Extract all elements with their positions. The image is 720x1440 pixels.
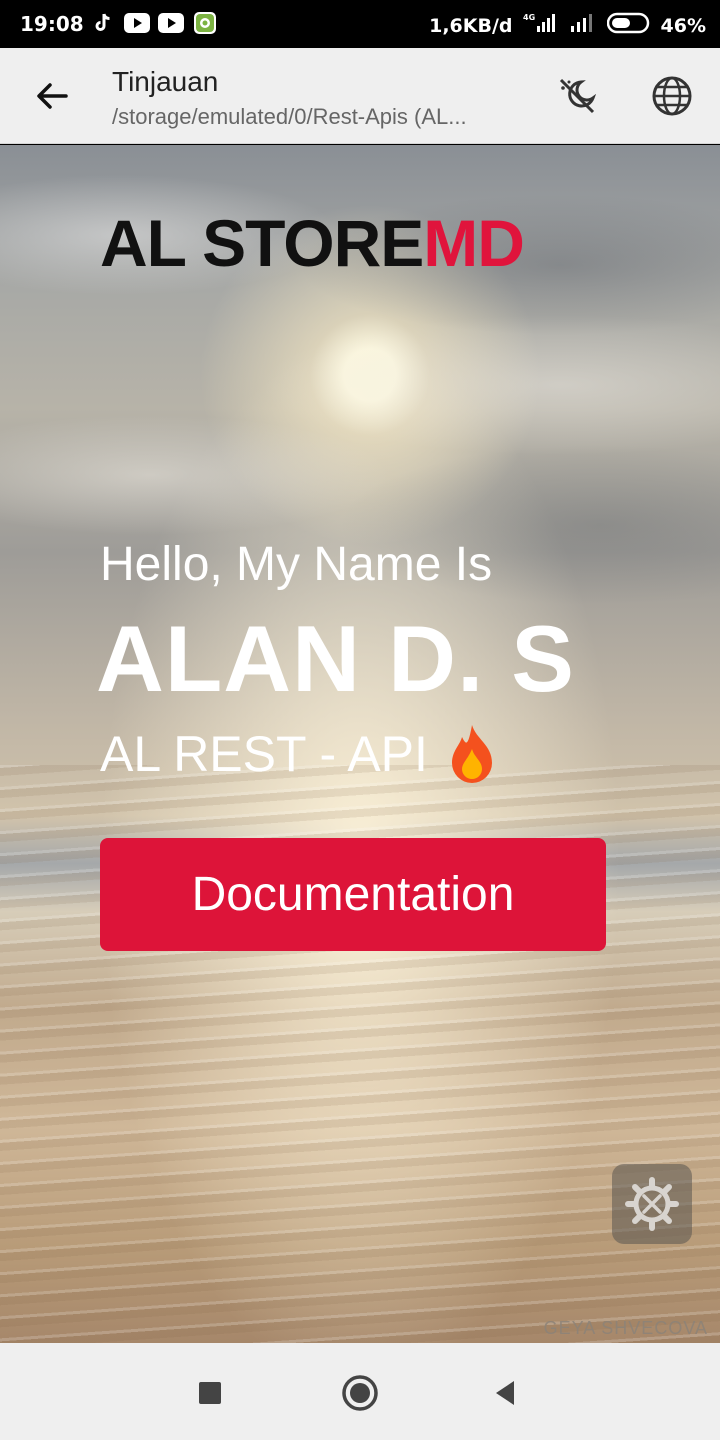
status-app-icons [90,12,218,34]
back-triangle-icon [496,1381,514,1405]
globe-icon [652,76,692,116]
hero-name: ALAN D. S [96,606,575,711]
settings-button[interactable] [612,1164,692,1244]
image-watermark: GEYA SHVECOVA [543,1318,708,1338]
night-mode-off-icon [559,78,597,114]
status-right: 1,6KB/d 4G 46% [429,12,706,39]
svg-text:4G: 4G [523,13,535,22]
android-app-icon [192,12,218,34]
fire-icon [442,723,502,787]
brand-logo[interactable]: AL STOREMD [100,205,525,281]
brand-main: AL STORE [100,206,424,280]
home-circle-icon [342,1375,378,1411]
app-bar: Tinjauan /storage/emulated/0/Rest-Apis (… [0,48,720,144]
documentation-button[interactable]: Documentation [100,838,606,951]
status-bar: 19:08 1,6KB/d 4G 46% [0,0,720,48]
battery-icon [606,12,651,39]
brand-accent: MD [423,206,525,280]
greeting-text: Hello, My Name Is [100,538,493,591]
night-mode-button[interactable] [553,72,601,120]
battery-percent: 46% [660,14,706,37]
webview-content: AL STOREMD Hello, My Name Is ALAN D. S A… [0,145,720,1343]
recents-button[interactable] [186,1369,234,1417]
signal-icon [569,12,597,39]
system-nav-bar [0,1343,720,1440]
back-button[interactable] [26,70,78,122]
youtube-icon [158,13,184,33]
net-speed: 1,6KB/d [429,14,513,37]
status-time: 19:08 [20,12,84,36]
tiktok-icon [90,12,116,34]
tagline: AL REST - API [100,726,428,782]
file-path: /storage/emulated/0/Rest-Apis (AL... [112,104,467,129]
globe-button[interactable] [648,72,696,120]
gear-wrench-icon [625,1177,679,1231]
youtube-icon [124,13,150,33]
signal-4g-icon: 4G [523,12,559,39]
back-arrow-icon [37,83,68,109]
home-button[interactable] [336,1369,384,1417]
page-title: Tinjauan [112,66,219,97]
recents-square-icon [199,1382,221,1404]
nav-back-button[interactable] [482,1369,530,1417]
